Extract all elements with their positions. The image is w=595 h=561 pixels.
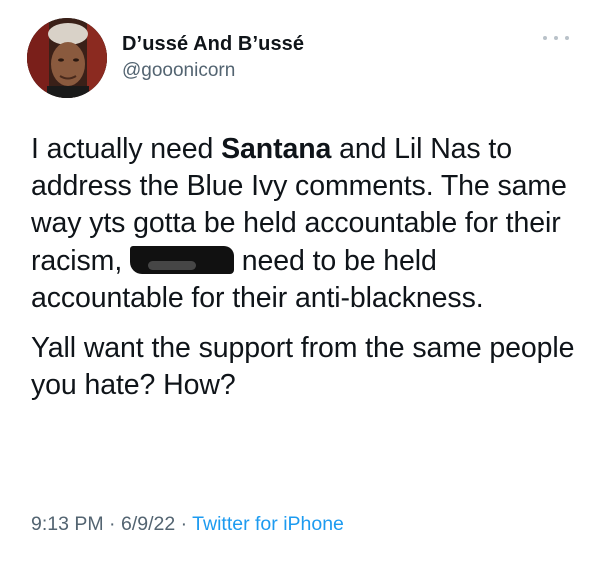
tweet-time[interactable]: 9:13 PM: [31, 513, 104, 535]
meta-separator: ·: [103, 513, 121, 535]
tweet-date[interactable]: 6/9/22: [121, 513, 175, 535]
tweet-meta: 9:13 PM · 6/9/22 · Twitter for iPhone: [31, 513, 344, 536]
tweet-text-segment: I actually need: [31, 133, 222, 165]
more-horizontal-icon-dot: [554, 36, 558, 40]
tweet-bold-text: Santana: [221, 133, 332, 165]
redacted-word: niggas: [129, 245, 234, 274]
more-horizontal-icon-dot: [565, 36, 569, 40]
tweet-text: I actually need Santana and Lil Nas to a…: [31, 131, 576, 404]
tweet-source-link[interactable]: Twitter for iPhone: [192, 513, 344, 535]
tweet-paragraph-2: Yall want the support from the same peop…: [31, 332, 575, 402]
more-horizontal-icon: [543, 36, 547, 40]
author-display-name[interactable]: D’ussé And B’ussé: [122, 33, 304, 56]
author-handle[interactable]: @gooonicorn: [122, 60, 235, 82]
tweet-paragraph-1: I actually need Santana and Lil Nas to a…: [31, 131, 576, 317]
avatar[interactable]: [27, 18, 107, 98]
tweet-card: D’ussé And B’ussé @gooonicorn I actually…: [0, 0, 595, 561]
avatar-image: [27, 18, 107, 98]
meta-separator: ·: [175, 513, 193, 535]
more-options-button[interactable]: [543, 30, 569, 46]
